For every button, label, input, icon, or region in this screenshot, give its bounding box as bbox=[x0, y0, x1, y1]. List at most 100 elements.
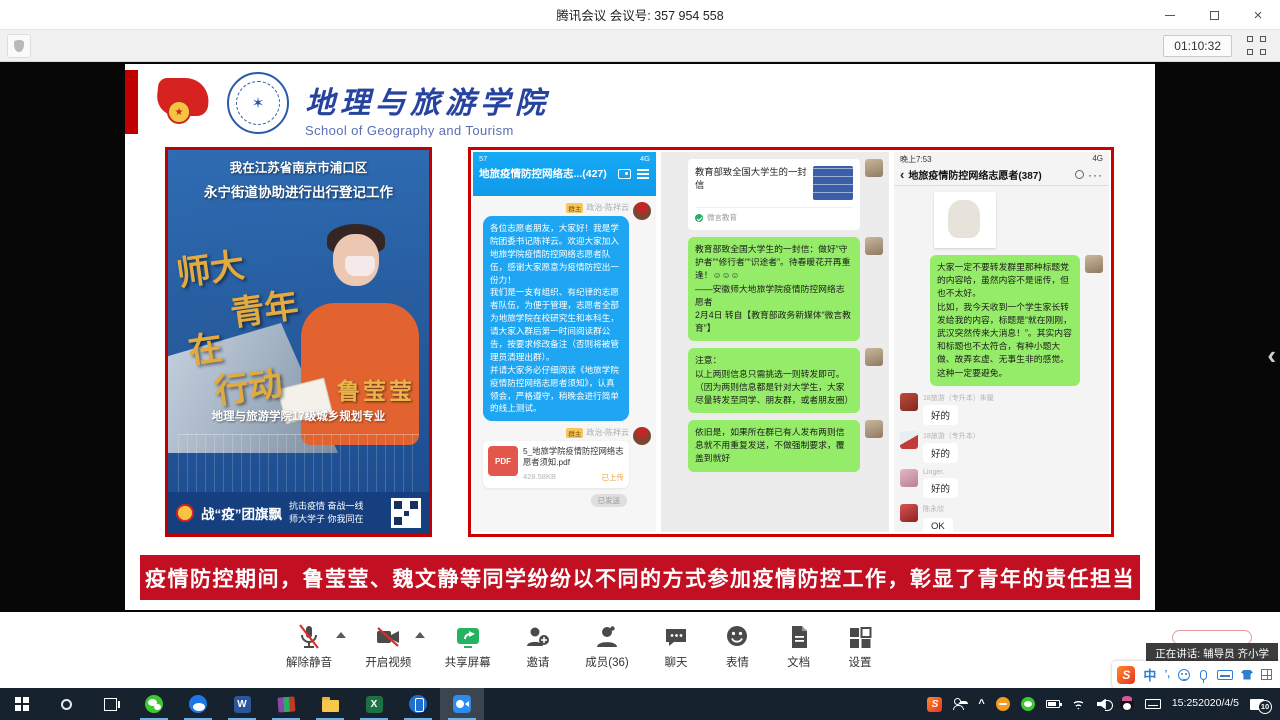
meeting-topbar: 01:10:32 bbox=[0, 30, 1280, 62]
meeting-tray-icon[interactable] bbox=[996, 697, 1010, 711]
start-button[interactable] bbox=[0, 688, 44, 720]
close-button[interactable]: × bbox=[1236, 0, 1280, 30]
qq-tray-icon[interactable] bbox=[1120, 697, 1134, 711]
microphone-muted-icon bbox=[295, 622, 323, 652]
article-thumbnail bbox=[813, 166, 853, 200]
taskbar-app-wechat[interactable] bbox=[132, 688, 176, 720]
volunteer-major: 地理与旅游学院17级城乡规划专业 bbox=[168, 408, 429, 424]
campus-building-outline bbox=[178, 434, 419, 494]
battery-icon[interactable] bbox=[1046, 700, 1060, 708]
taskbar-app-winrar[interactable] bbox=[264, 688, 308, 720]
window-title: 腾讯会议 会议号: 357 954 558 bbox=[556, 5, 723, 24]
taskbar-app-qq-browser[interactable] bbox=[176, 688, 220, 720]
pdf-file-card[interactable]: PDF 5_地旅学院疫情防控网络志愿者须知.pdf 428.58KB 已上传 bbox=[483, 441, 629, 488]
ime-toolbox-icon[interactable] bbox=[1261, 669, 1272, 680]
poster-line2: 永宁街道协助进行出行登记工作 bbox=[168, 181, 429, 201]
mic-options-caret[interactable] bbox=[336, 632, 346, 638]
unmute-button[interactable]: 解除静音 bbox=[286, 622, 332, 670]
tencent-meeting-icon bbox=[453, 695, 471, 713]
video-options-caret[interactable] bbox=[415, 632, 425, 638]
taskbar-app-phone-projection[interactable] bbox=[396, 688, 440, 720]
action-center-button[interactable]: 10 bbox=[1250, 699, 1270, 710]
qq-message-bubble: 各位志愿者朋友，大家好！我是学院团委书记陈祥云。欢迎大家加入地旅学院疫情防控网络… bbox=[483, 216, 629, 421]
clock-date: 2020/4/5 bbox=[1198, 697, 1239, 710]
meeting-timer: 01:10:32 bbox=[1163, 35, 1232, 57]
taskbar-clock[interactable]: 15:25 2020/4/5 bbox=[1172, 697, 1239, 710]
chat-button[interactable]: 聊天 bbox=[662, 622, 690, 670]
volume-icon[interactable] bbox=[1097, 699, 1109, 710]
nearby-share-icon[interactable] bbox=[953, 698, 967, 710]
docs-button[interactable]: 文档 bbox=[785, 622, 813, 670]
user-avatar bbox=[865, 159, 883, 177]
share-screen-button[interactable]: 共享屏幕 bbox=[445, 622, 491, 670]
article-source: 微言教育 bbox=[707, 212, 737, 223]
touch-keyboard-icon[interactable] bbox=[1145, 699, 1161, 709]
window-controls: × bbox=[1148, 0, 1280, 30]
meeting-toolbar: 解除静音 开启视频 共享屏幕 bbox=[0, 612, 1280, 688]
presentation-slide: ★ ✶ 地理与旅游学院 School of Geography and Tour… bbox=[125, 64, 1155, 610]
taskbar-app-excel[interactable]: X bbox=[352, 688, 396, 720]
member-avatar bbox=[900, 393, 918, 411]
taskbar-app-word[interactable]: W bbox=[220, 688, 264, 720]
invite-button[interactable]: 邀请 bbox=[524, 622, 552, 670]
youth-league-flag-logo: ★ bbox=[155, 76, 213, 126]
minimize-button[interactable] bbox=[1148, 0, 1192, 30]
menu-hamburger-icon bbox=[637, 173, 649, 175]
poster-footer-title: 战“疫”团旗飘 bbox=[201, 503, 282, 523]
members-button[interactable]: 成员(36) bbox=[585, 622, 628, 670]
file-size: 428.58KB bbox=[523, 472, 556, 483]
qq-browser-icon bbox=[189, 695, 207, 713]
ime-bar: S 中 ’, bbox=[1112, 661, 1280, 688]
restore-button[interactable] bbox=[1192, 0, 1236, 30]
file-status: 已上传 bbox=[602, 472, 625, 483]
ime-mode-chinese[interactable]: 中 bbox=[1143, 665, 1156, 684]
caption-text: 疫情防控期间，鲁莹莹、魏文静等同学纷纷以不同的方式参加疫情防控工作，彰显了青年的… bbox=[145, 563, 1135, 593]
tray-expand-chevron[interactable]: ^ bbox=[978, 698, 984, 710]
taskbar-app-explorer[interactable] bbox=[308, 688, 352, 720]
article-link-card[interactable]: 教育部致全国大学生的一封信 微言教育 bbox=[688, 159, 860, 230]
refresh-icon bbox=[1075, 170, 1084, 179]
qr-code bbox=[391, 498, 421, 528]
college-name-en: School of Geography and Tourism bbox=[305, 123, 550, 138]
settings-button[interactable]: 设置 bbox=[846, 622, 874, 670]
voice-input-icon[interactable] bbox=[1198, 670, 1209, 680]
sogou-logo-icon[interactable]: S bbox=[1117, 666, 1135, 684]
emoji-picker-icon[interactable] bbox=[1178, 669, 1190, 681]
previous-slide-arrow[interactable]: ‹ bbox=[1267, 340, 1276, 371]
notification-badge: 10 bbox=[1258, 700, 1272, 714]
fullscreen-button[interactable] bbox=[1247, 36, 1266, 55]
wechat-bubble-3: 依旧是，如果所在群已有人发布两则信息就不用重复发送，不做强制要求，覆盖到就好 bbox=[688, 420, 860, 472]
owner-tag: 群主 bbox=[566, 203, 583, 213]
taskbar: W X S ^ 15:25 2020/4/5 10 bbox=[0, 688, 1280, 720]
task-view-button[interactable] bbox=[88, 688, 132, 720]
more-icon: ··· bbox=[1088, 168, 1103, 182]
qq-group-title: 地旅疫情防控网络志...(427) bbox=[479, 166, 613, 181]
window-titlebar: 腾讯会议 会议号: 357 954 558 bbox=[0, 0, 1280, 30]
security-shield-button[interactable] bbox=[7, 34, 31, 58]
sogou-tray-icon[interactable]: S bbox=[927, 697, 942, 712]
link-card-message: 教育部致全国大学生的一封信 微言教育 bbox=[667, 159, 883, 230]
fullscreen-icon bbox=[1247, 36, 1253, 42]
taskbar-app-tencent-meeting[interactable] bbox=[440, 688, 484, 720]
ime-punctuation[interactable]: ’, bbox=[1164, 669, 1170, 680]
user-avatar bbox=[865, 237, 883, 255]
reactions-button[interactable]: 表情 bbox=[723, 622, 751, 670]
reply-row: Linger. 好的 bbox=[900, 469, 1103, 498]
reply-row: 陈永欣 OK bbox=[900, 504, 1103, 532]
phone-time: 晚上7:53 bbox=[900, 154, 932, 165]
restore-icon bbox=[1210, 11, 1219, 20]
wechat-tray-icon[interactable] bbox=[1021, 697, 1035, 711]
winrar-icon bbox=[277, 696, 295, 712]
search-button[interactable] bbox=[44, 688, 88, 720]
pdf-icon: PDF bbox=[488, 446, 518, 476]
member-avatar bbox=[900, 469, 918, 487]
slide-header-titles: 地理与旅游学院 School of Geography and Tourism bbox=[305, 78, 550, 138]
wifi-icon[interactable] bbox=[1071, 699, 1086, 710]
start-video-button[interactable]: 开启视频 bbox=[365, 622, 411, 670]
slide-caption-banner: 疫情防控期间，鲁莹莹、魏文静等同学纷纷以不同的方式参加疫情防控工作，彰显了青年的… bbox=[140, 555, 1140, 600]
back-icon: ‹ bbox=[900, 167, 904, 182]
virtual-keyboard-icon[interactable] bbox=[1217, 670, 1233, 680]
windows-logo-icon bbox=[15, 697, 29, 711]
user-avatar bbox=[865, 348, 883, 366]
skin-shirt-icon[interactable] bbox=[1241, 670, 1253, 680]
